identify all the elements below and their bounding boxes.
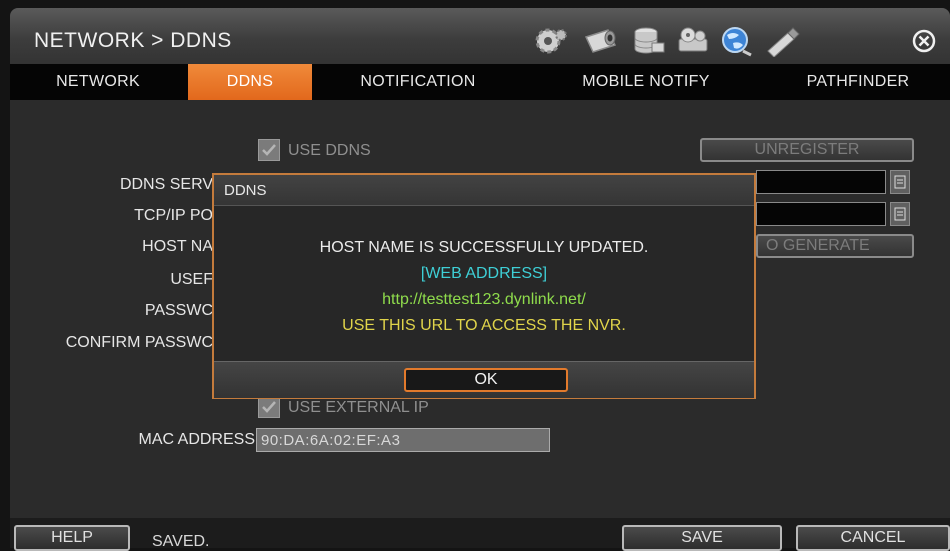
page-title: NETWORK > DDNS: [34, 29, 232, 52]
host-name-label: HOST NA: [142, 238, 213, 255]
cancel-button[interactable]: CANCEL: [796, 525, 950, 551]
dialog-footer: OK: [214, 361, 754, 398]
dialog-message-notice: USE THIS URL TO ACCESS THE NVR.: [342, 317, 626, 334]
network-globe-icon[interactable]: [718, 24, 756, 58]
ddns-server-select[interactable]: [756, 170, 886, 194]
ddns-dialog: DDNS HOST NAME IS SUCCESSFULLY UPDATED. …: [212, 173, 756, 399]
dropdown-icon: [894, 175, 906, 189]
ddns-server-dropdown-button[interactable]: [890, 170, 910, 194]
dropdown-icon: [894, 207, 906, 221]
use-ddns-label: USE DDNS: [288, 142, 371, 159]
storage-icon[interactable]: [630, 24, 668, 58]
dialog-web-address-url: http://testtest123.dynlink.net/: [382, 291, 586, 308]
dialog-body: HOST NAME IS SUCCESSFULLY UPDATED. [WEB …: [214, 206, 754, 361]
tab-pathfinder[interactable]: PATHFINDER: [770, 64, 946, 100]
mac-address-field: 90:DA:6A:02:EF:A3: [256, 428, 550, 452]
help-button[interactable]: HELP: [14, 525, 130, 551]
tab-network[interactable]: NETWORK: [20, 64, 176, 100]
title-bar: NETWORK > DDNS: [10, 8, 950, 64]
dialog-title: DDNS: [224, 182, 267, 199]
use-external-ip-label: USE EXTERNAL IP: [288, 399, 429, 416]
dialog-header: DDNS: [214, 175, 754, 206]
unregister-button[interactable]: UNREGISTER: [700, 138, 914, 162]
tab-mobile-notify[interactable]: MOBILE NOTIFY: [548, 64, 744, 100]
save-button[interactable]: SAVE: [622, 525, 782, 551]
checkmark-icon: [262, 144, 276, 156]
ok-button[interactable]: OK: [404, 368, 568, 392]
auto-generate-button[interactable]: O GENERATE: [756, 234, 914, 258]
close-icon[interactable]: [907, 24, 941, 58]
tab-bar: NETWORK DDNS NOTIFICATION MOBILE NOTIFY …: [10, 64, 950, 100]
record-icon[interactable]: [674, 24, 712, 58]
tcp-ip-port-field[interactable]: [756, 202, 886, 226]
checkmark-icon: [262, 401, 276, 413]
tcp-ip-port-label: TCP/IP PO: [134, 207, 213, 224]
dialog-message-status: HOST NAME IS SUCCESSFULLY UPDATED.: [319, 239, 649, 256]
dialog-message-web-address-heading: [WEB ADDRESS]: [420, 265, 548, 282]
gear-icon[interactable]: [532, 24, 570, 58]
tab-ddns[interactable]: DDNS: [188, 64, 312, 100]
camera-icon[interactable]: [582, 24, 620, 58]
use-ddns-checkbox[interactable]: [258, 139, 280, 161]
ddns-server-label: DDNS SERV: [119, 176, 213, 193]
user-label: USEF: [170, 271, 213, 288]
tab-notification[interactable]: NOTIFICATION: [328, 64, 508, 100]
status-text: SAVED.: [152, 533, 210, 550]
bottom-bar: HELP SAVED. SAVE CANCEL: [10, 518, 950, 551]
use-external-ip-checkbox[interactable]: [258, 396, 280, 418]
usb-icon[interactable]: [762, 24, 800, 58]
tcp-ip-port-dropdown-button[interactable]: [890, 202, 910, 226]
password-label: PASSWC: [144, 302, 213, 319]
confirm-password-label: CONFIRM PASSWC: [65, 334, 213, 351]
mac-address-label: MAC ADDRESS: [138, 431, 255, 448]
